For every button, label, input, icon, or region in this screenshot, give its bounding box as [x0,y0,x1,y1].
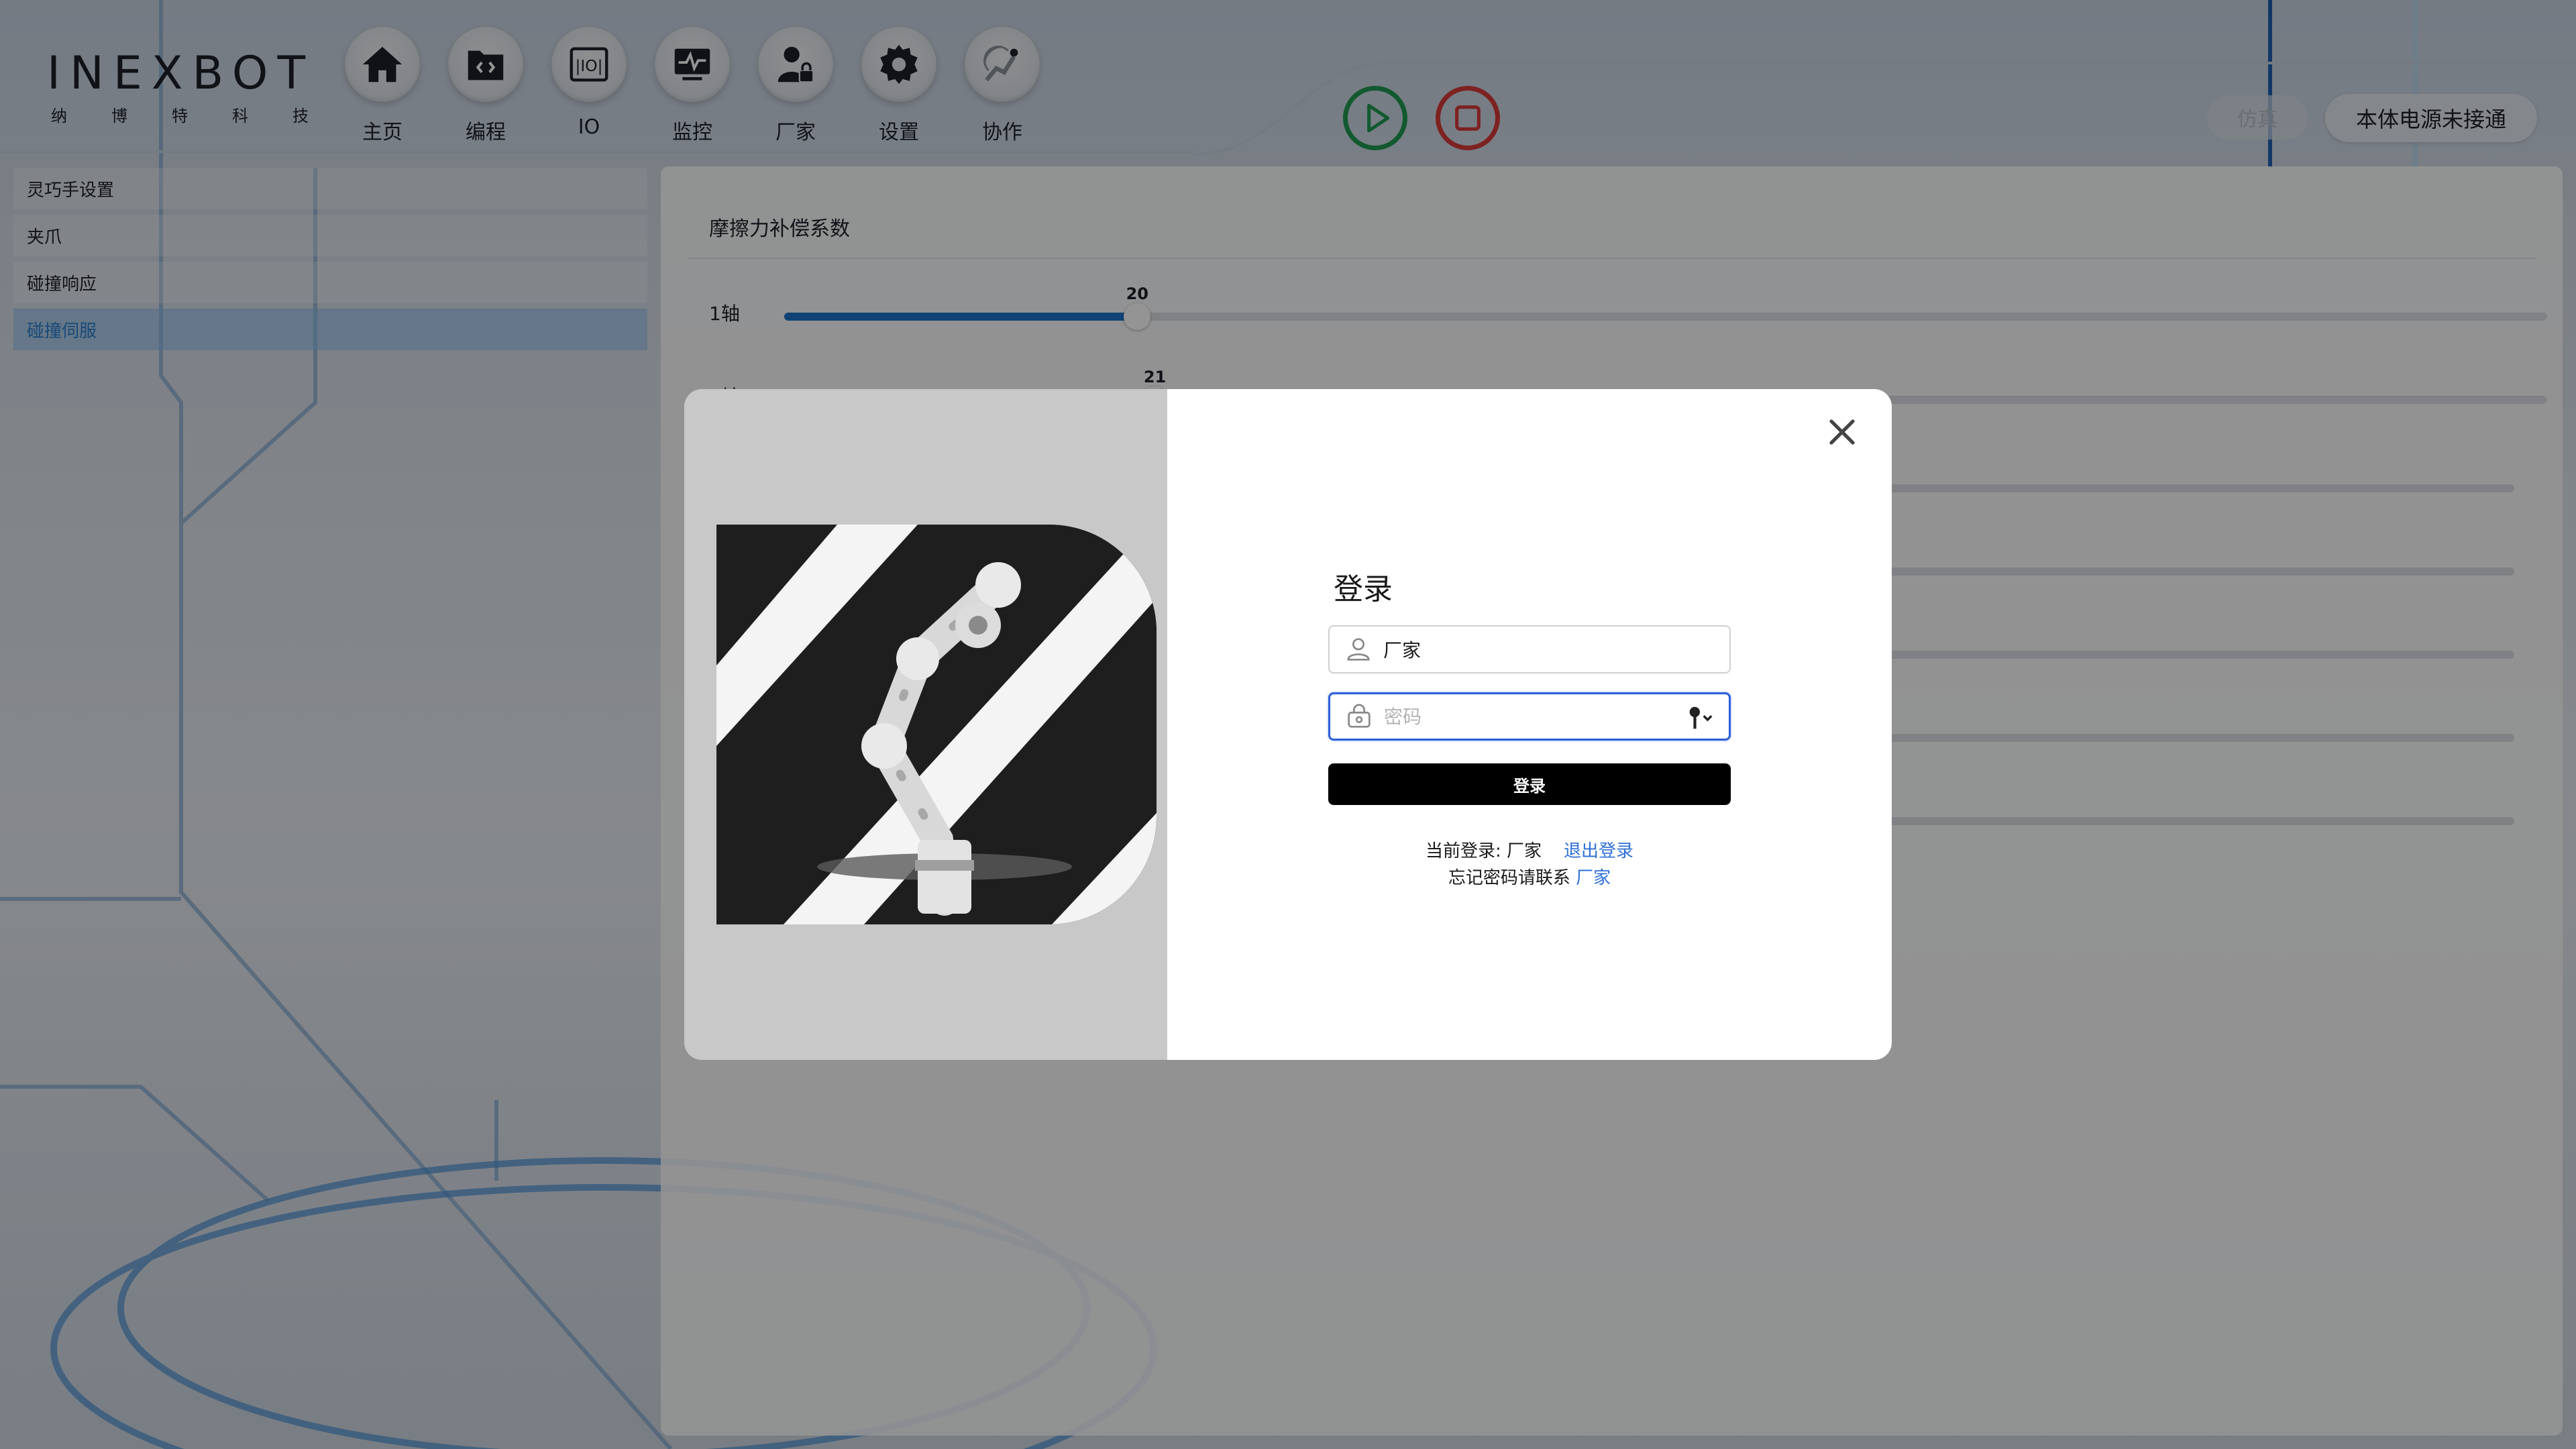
password-input[interactable] [1384,705,1679,728]
password-key-button[interactable] [1684,705,1714,732]
key-icon [1689,706,1713,729]
close-icon [1829,419,1855,445]
password-field[interactable] [1328,692,1731,741]
contact-manufacturer-link[interactable]: 厂家 [1576,868,1611,888]
robot-arm-illustration [716,525,1157,924]
login-modal: 登录 登录 当前登录: 厂家 退出登录 忘记密码请联系 厂家 [684,389,1892,1060]
login-title: 登录 [1334,572,1393,606]
modal-illustration-panel [684,389,1167,1060]
current-login-text: 当前登录: 厂家 [1425,841,1542,861]
forgot-password-text: 忘记密码请联系 [1448,868,1570,888]
current-login-line: 当前登录: 厂家 退出登录 [1328,837,1731,862]
forgot-password-line: 忘记密码请联系 厂家 [1328,864,1731,889]
login-form-panel: 登录 登录 当前登录: 厂家 退出登录 忘记密码请联系 厂家 [1167,389,1892,1060]
user-icon [1347,638,1370,661]
username-field[interactable] [1328,625,1731,674]
logout-link[interactable]: 退出登录 [1564,841,1633,861]
login-button[interactable]: 登录 [1328,763,1731,805]
username-input[interactable] [1383,638,1678,661]
lock-icon [1348,704,1371,728]
close-button[interactable] [1822,412,1862,452]
